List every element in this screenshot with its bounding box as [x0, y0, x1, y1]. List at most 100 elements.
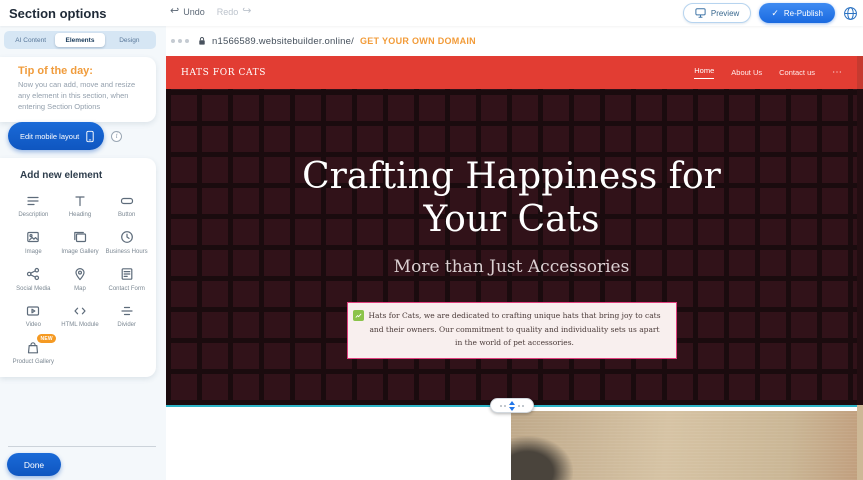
redo-label: Redo — [217, 7, 239, 17]
canvas: n1566589.websitebuilder.online/ GET YOUR… — [166, 26, 863, 480]
section-resize-handle[interactable] — [490, 398, 534, 413]
add-element-heading[interactable]: Heading — [57, 192, 104, 220]
browser-bar: n1566589.websitebuilder.online/ GET YOUR… — [166, 26, 863, 56]
element-label: Heading — [69, 212, 91, 220]
tab-ai-content[interactable]: AI Content — [6, 33, 55, 47]
republish-button[interactable]: ✓ Re-Publish — [759, 3, 835, 23]
preview-scrollbar[interactable] — [857, 56, 863, 480]
panel-tabs: AI Content Elements Design — [4, 31, 156, 49]
cat-silhouette — [511, 436, 573, 480]
element-label: Contact Form — [108, 286, 144, 294]
next-section[interactable] — [166, 407, 857, 480]
add-element-video[interactable]: Video — [10, 302, 57, 330]
edit-mobile-label: Edit mobile layout — [20, 132, 79, 141]
new-badge: NEW — [37, 334, 56, 343]
element-label: Video — [26, 322, 41, 330]
drag-dots-icon — [500, 405, 506, 407]
undo-label: Undo — [183, 7, 205, 17]
edit-mobile-layout-button[interactable]: Edit mobile layout — [8, 122, 104, 150]
hero-body-text: Hats for Cats, we are dedicated to craft… — [368, 311, 660, 347]
preview-label: Preview — [711, 9, 739, 18]
add-element-image[interactable]: Image — [10, 229, 57, 257]
element-label: Social Media — [16, 286, 50, 294]
page-title: Section options — [9, 6, 107, 21]
topbar: Section options ↩ Undo Redo ↪ Preview ✓ … — [0, 0, 863, 26]
heading-icon — [73, 192, 87, 209]
add-element-divider[interactable]: Divider — [103, 302, 150, 330]
nav-contact-us[interactable]: Contact us — [779, 68, 815, 77]
site-preview: Hats for Cats Home About Us Contact us ⋯… — [166, 56, 857, 480]
preview-button[interactable]: Preview — [683, 3, 751, 23]
drag-dots-icon — [518, 405, 524, 407]
nav-more-icon[interactable]: ⋯ — [832, 68, 842, 78]
globe-icon[interactable] — [843, 6, 858, 21]
element-grid: Description Heading Button Image Image G… — [10, 192, 150, 367]
monitor-icon — [695, 8, 706, 18]
button-icon — [120, 192, 134, 209]
add-element-card: Add new element Description Heading Butt… — [0, 158, 156, 377]
undo-icon: ↩ — [170, 6, 179, 17]
element-label: Map — [74, 286, 86, 294]
redo-button[interactable]: Redo ↪ — [217, 6, 252, 17]
info-icon[interactable]: i — [111, 131, 122, 142]
republish-label: Re-Publish — [784, 9, 823, 18]
add-element-image-gallery[interactable]: Image Gallery — [57, 229, 104, 257]
tip-title: Tip of the day: — [18, 65, 144, 77]
left-panel: AI Content Elements Design Tip of the da… — [0, 26, 166, 480]
tab-design[interactable]: Design — [105, 33, 154, 47]
undo-button[interactable]: ↩ Undo — [170, 6, 205, 17]
add-element-social-media[interactable]: Social Media — [10, 266, 57, 294]
code-icon — [73, 302, 87, 319]
site-nav: Home About Us Contact us ⋯ — [694, 66, 842, 79]
tip-body: Now you can add, move and resize any ele… — [18, 80, 144, 113]
window-dots-icon — [171, 39, 189, 43]
element-label: Divider — [117, 322, 136, 330]
site-url[interactable]: n1566589.websitebuilder.online/ — [212, 36, 354, 47]
image-gallery-icon — [73, 229, 87, 246]
nav-about-us[interactable]: About Us — [731, 68, 762, 77]
add-element-description[interactable]: Description — [10, 192, 57, 220]
undo-redo-group: ↩ Undo Redo ↪ — [170, 6, 251, 17]
text-lines-icon — [26, 192, 40, 209]
clock-icon — [120, 229, 134, 246]
lock-icon — [198, 36, 206, 46]
tip-card: Tip of the day: Now you can add, move an… — [0, 57, 156, 122]
topbar-actions: Preview ✓ Re-Publish — [683, 3, 858, 23]
map-pin-icon — [73, 266, 87, 283]
phone-icon — [86, 130, 94, 143]
hero-section[interactable]: Crafting Happiness for Your Cats More th… — [166, 89, 857, 405]
element-label: Image Gallery — [61, 249, 98, 257]
share-icon — [26, 266, 40, 283]
add-element-html-module[interactable]: HTML Module — [57, 302, 104, 330]
add-element-button[interactable]: Button — [103, 192, 150, 220]
element-label: Business Hours — [106, 249, 148, 257]
divider-icon — [120, 302, 134, 319]
add-element-title: Add new element — [10, 170, 150, 181]
site-logo[interactable]: Hats for Cats — [181, 68, 266, 78]
redo-icon: ↪ — [242, 6, 251, 17]
element-label: Description — [18, 212, 48, 220]
hero-heading[interactable]: Crafting Happiness for Your Cats — [292, 155, 732, 241]
video-icon — [26, 302, 40, 319]
hero-text-element-selected[interactable]: Hats for Cats, we are dedicated to craft… — [347, 302, 677, 359]
sidebar-divider — [8, 446, 156, 447]
resize-arrows-icon — [509, 401, 515, 411]
element-label: HTML Module — [61, 322, 98, 330]
add-element-business-hours[interactable]: Business Hours — [103, 229, 150, 257]
edit-mobile-row: Edit mobile layout i — [8, 122, 122, 150]
image-icon — [26, 229, 40, 246]
add-element-map[interactable]: Map — [57, 266, 104, 294]
check-icon: ✓ — [771, 9, 779, 18]
image-placeholder-icon[interactable] — [353, 310, 364, 321]
add-element-contact-form[interactable]: Contact Form — [103, 266, 150, 294]
carpet-cat-photo[interactable] — [511, 411, 857, 480]
get-own-domain-link[interactable]: GET YOUR OWN DOMAIN — [360, 36, 476, 46]
tab-elements[interactable]: Elements — [55, 33, 104, 47]
add-element-product-gallery[interactable]: NEW Product Gallery — [10, 339, 57, 367]
done-button[interactable]: Done — [7, 453, 61, 476]
hero-subheading[interactable]: More than Just Accessories — [166, 257, 857, 277]
element-label: Image — [25, 249, 42, 257]
site-header: Hats for Cats Home About Us Contact us ⋯ — [166, 56, 857, 89]
nav-home[interactable]: Home — [694, 66, 714, 79]
element-label: Button — [118, 212, 135, 220]
